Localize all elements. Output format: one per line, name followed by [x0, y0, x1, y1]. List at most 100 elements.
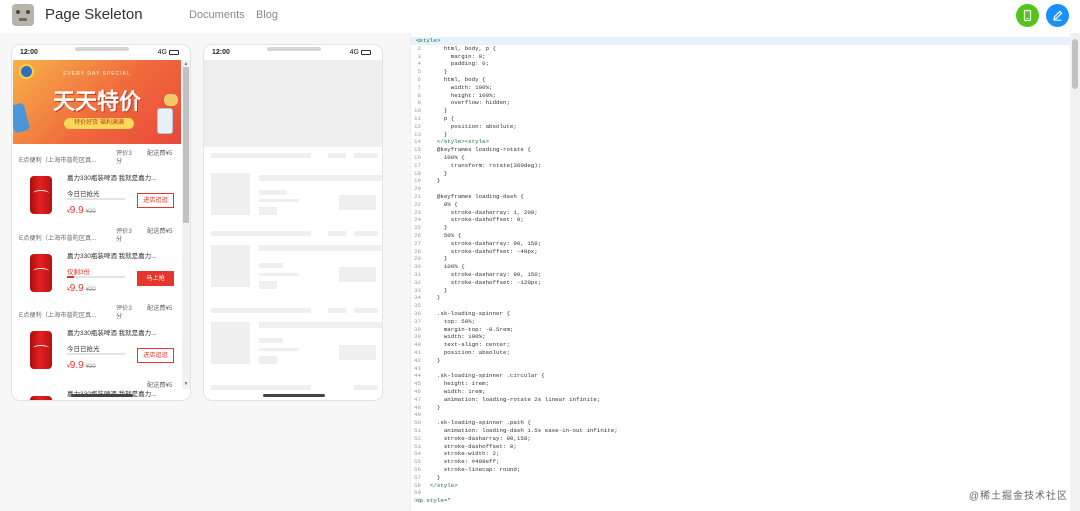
code-text: </style>	[416, 481, 458, 489]
code-line[interactable]: 17 transform: rotate(360deg);	[411, 162, 1070, 170]
code-line[interactable]: 21 @keyframes loading-dash {	[411, 193, 1070, 201]
code-line[interactable]: 14 </style><style>	[411, 138, 1070, 146]
visit-shop-button[interactable]: 进店逛逛	[137, 348, 174, 363]
code-line[interactable]: 16 100% {	[411, 154, 1070, 162]
skeleton-block	[259, 273, 299, 276]
code-text: <style>	[416, 37, 441, 44]
code-line[interactable]: 3 margin: 0;	[411, 53, 1070, 61]
code-line[interactable]: 56 stroke-linecap: round;	[411, 466, 1070, 474]
nav-documents-link[interactable]: Documents	[189, 9, 245, 21]
phone-scrollbar-thumb[interactable]	[183, 67, 189, 223]
promo-banner[interactable]: EVERY DAY SPECIAL 天天特价 特价好货 福利满满	[13, 60, 181, 144]
code-line[interactable]: 34 }	[411, 294, 1070, 302]
code-line[interactable]: 46 width: 1rem;	[411, 388, 1070, 396]
code-line[interactable]: 44 .sk-loading-spinner .circular {	[411, 372, 1070, 380]
code-line[interactable]: 27 stroke-dasharray: 90, 150;	[411, 240, 1070, 248]
code-line[interactable]: 29 }	[411, 255, 1070, 263]
code-line[interactable]: 6 html, body {	[411, 76, 1070, 84]
code-line[interactable]: 57 }	[411, 474, 1070, 482]
shop-delivery-fee: 配送费¥5	[147, 228, 173, 235]
code-line[interactable]: 13 }	[411, 131, 1070, 139]
product-item[interactable]: 嘉力330瓶装啤酒 我就是嘉力... 今日已抢光 ¥9.9 ¥20 进店逛逛	[19, 169, 179, 227]
edit-button[interactable]	[1046, 4, 1069, 27]
code-line[interactable]: 43	[411, 365, 1070, 373]
code-text: }	[416, 294, 441, 302]
code-text: }	[416, 255, 448, 263]
code-line[interactable]: 7 width: 100%;	[411, 84, 1070, 92]
product-item[interactable]: 嘉力330瓶装啤酒 我就是嘉力... 仅剩3份 ¥9.9 ¥20 马上抢	[19, 247, 179, 305]
phone-status-bar: 12:00 4G	[12, 45, 190, 60]
shop-name: E点便利（上海市普陀区真...	[19, 235, 97, 242]
code-line[interactable]: 55 stroke: #409eff;	[411, 458, 1070, 466]
code-line[interactable]: 10 }	[411, 107, 1070, 115]
code-text: margin: 0;	[416, 52, 486, 60]
code-text: stroke-dashoffset: 0;	[416, 216, 524, 224]
code-line[interactable]: 42 }	[411, 357, 1070, 365]
code-line[interactable]: 8 height: 100%;	[411, 92, 1070, 100]
scroll-down-arrow-icon[interactable]: ▼	[183, 381, 189, 387]
mobile-preview-button[interactable]	[1016, 4, 1039, 27]
skeleton-block	[211, 231, 311, 236]
code-line[interactable]: 15 @keyframes loading-rotate {	[411, 146, 1070, 154]
skeleton-block	[259, 190, 287, 195]
skeleton-block	[354, 153, 378, 158]
robot-logo-icon[interactable]	[12, 4, 34, 26]
visit-shop-button[interactable]: 进店逛逛	[137, 193, 174, 208]
code-line[interactable]: 31 stroke-dasharray: 90, 150;	[411, 271, 1070, 279]
code-line[interactable]: 33 }	[411, 287, 1070, 295]
shop-row[interactable]: E点便利（上海市普陀区真... 评价3分 配送费¥5	[19, 150, 179, 169]
scroll-up-arrow-icon[interactable]: ▲	[183, 61, 189, 67]
code-line[interactable]: 12 position: absolute;	[411, 123, 1070, 131]
product-item[interactable]: 嘉力330瓶装啤酒 我就是嘉力... 今日已抢光 ¥9.9 ¥20 进店逛逛	[19, 324, 179, 382]
shop-row[interactable]: E点便利（上海市普陀区真... 评价3分 配送费¥5	[19, 228, 179, 247]
code-line[interactable]: 23 stroke-dasharray: 1, 200;	[411, 209, 1070, 217]
shop-row[interactable]: E点便利（上海市普陀区真... 评价3分 配送费¥5	[19, 305, 179, 324]
code-line[interactable]: 32 stroke-dashoffset: -120px;	[411, 279, 1070, 287]
code-line[interactable]: 48 }	[411, 404, 1070, 412]
code-line[interactable]: 20	[411, 185, 1070, 193]
code-line[interactable]: 38 margin-top: -0.5rem;	[411, 326, 1070, 334]
code-line[interactable]: 51 animation: loading-dash 1.5s ease-in-…	[411, 427, 1070, 435]
code-line[interactable]: 28 stroke-dashoffset: -40px;	[411, 248, 1070, 256]
code-line[interactable]: 37 top: 50%;	[411, 318, 1070, 326]
code-line[interactable]: 49	[411, 411, 1070, 419]
editor-scrollbar[interactable]	[1070, 33, 1080, 511]
product-title: 嘉力330瓶装啤酒 我就是嘉力...	[67, 175, 157, 182]
code-line[interactable]: 9 overflow: hidden;	[411, 99, 1070, 107]
code-line[interactable]: 18 }	[411, 170, 1070, 178]
code-line[interactable]: 24 stroke-dashoffset: 0;	[411, 216, 1070, 224]
nav-blog-link[interactable]: Blog	[256, 9, 278, 21]
code-line[interactable]: 4 padding: 0;	[411, 60, 1070, 68]
code-line[interactable]: 11 p {	[411, 115, 1070, 123]
code-line[interactable]: 2 html, body, p {	[411, 45, 1070, 53]
code-text: animation: loading-rotate 2s linear infi…	[416, 395, 601, 403]
code-line[interactable]: 41 position: absolute;	[411, 349, 1070, 357]
buy-now-button[interactable]: 马上抢	[137, 271, 174, 286]
code-line[interactable]: 22 0% {	[411, 201, 1070, 209]
code-line[interactable]: 19 }	[411, 177, 1070, 185]
code-line[interactable]: 45 height: 1rem;	[411, 380, 1070, 388]
code-line[interactable]: 50 .sk-loading-spinner .path {	[411, 419, 1070, 427]
app-title[interactable]: Page Skeleton	[45, 6, 143, 23]
skeleton-block	[354, 231, 378, 236]
code-line[interactable]: 52 stroke-dasharray: 90,150;	[411, 435, 1070, 443]
code-line[interactable]: 40 text-align: center;	[411, 341, 1070, 349]
editor-scrollbar-thumb[interactable]	[1072, 39, 1078, 89]
code-editor[interactable]: 1 <style> 2 html, body, p {3 margin: 0; 4 p…	[410, 33, 1070, 511]
code-line[interactable]: 1 <style>	[411, 37, 1070, 45]
skeleton-block	[259, 348, 299, 351]
code-line[interactable]: 53 stroke-dashoffset: 0;	[411, 443, 1070, 451]
code-line[interactable]: 30 100% {	[411, 263, 1070, 271]
code-line[interactable]: 54 stroke-width: 2;	[411, 450, 1070, 458]
code-line[interactable]: 5 }	[411, 68, 1070, 76]
code-text: }	[416, 286, 448, 294]
code-line[interactable]: 35	[411, 302, 1070, 310]
code-line[interactable]: 26 50% {	[411, 232, 1070, 240]
code-line[interactable]: 25 }	[411, 224, 1070, 232]
code-line[interactable]: 39 width: 100%;	[411, 333, 1070, 341]
code-text: stroke-dasharray: 90, 150;	[416, 271, 542, 278]
code-line[interactable]: 36 .sk-loading-spinner {	[411, 310, 1070, 318]
original-price: ¥20	[85, 209, 96, 215]
code-line[interactable]: 47 animation: loading-rotate 2s linear i…	[411, 396, 1070, 404]
code-text: position: absolute;	[416, 349, 510, 356]
